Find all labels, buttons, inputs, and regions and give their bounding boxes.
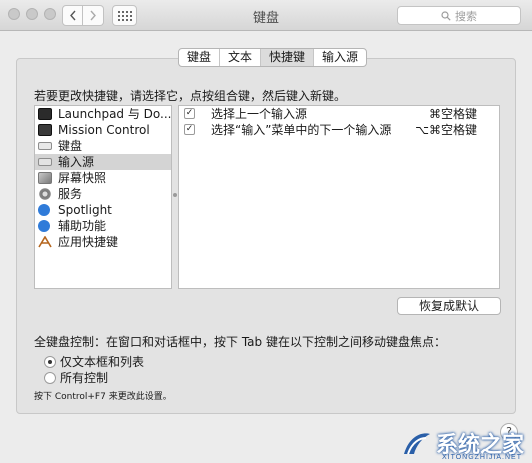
category-label: Spotlight: [58, 203, 112, 217]
shortcut-list[interactable]: ✓ 选择上一个输入源 ⌘空格键 ✓ 选择“输入”菜单中的下一个输入源 ⌥⌘空格键: [178, 105, 500, 289]
radio-label: 仅文本框和列表: [60, 355, 145, 369]
tab-input-sources[interactable]: 输入源: [314, 49, 366, 66]
tab-keyboard[interactable]: 键盘: [179, 49, 221, 66]
app-shortcuts-icon: [38, 235, 52, 248]
spotlight-icon: [38, 204, 50, 216]
services-gear-icon: [38, 188, 52, 200]
search-icon: [441, 10, 451, 21]
shortcut-label: 选择“输入”菜单中的下一个输入源: [211, 123, 392, 137]
screenshot-icon: [38, 172, 52, 184]
instruction-text: 若要更改快捷键，请选择它，点按组合键，然后键入新键。: [34, 89, 347, 103]
mission-control-icon: [38, 124, 52, 136]
search-field[interactable]: 搜索: [397, 6, 521, 25]
shortcut-row[interactable]: ✓ 选择“输入”菜单中的下一个输入源 ⌥⌘空格键: [179, 122, 499, 138]
search-placeholder: 搜索: [455, 9, 477, 23]
accessibility-icon: [38, 220, 50, 232]
keyboard-icon: [38, 142, 52, 150]
category-label: 服务: [58, 187, 83, 201]
category-label: 键盘: [58, 139, 83, 153]
category-item-services[interactable]: 服务: [35, 186, 171, 202]
category-item-keyboard[interactable]: 键盘: [35, 138, 171, 154]
category-label: 输入源: [58, 155, 95, 169]
category-item-launchpad[interactable]: Launchpad 与 Do...: [35, 106, 171, 122]
shortcut-label: 选择上一个输入源: [211, 107, 308, 121]
category-item-app-shortcuts[interactable]: 应用快捷键: [35, 234, 171, 250]
radio-label: 所有控制: [60, 371, 109, 385]
category-label: Launchpad 与 Do...: [58, 107, 171, 121]
watermark-logo-icon: [403, 433, 430, 455]
keyboard-control-hint: 按下 Control+F7 来更改此设置。: [34, 392, 172, 402]
category-list[interactable]: Launchpad 与 Do... Mission Control 键盘 输入源…: [34, 105, 172, 289]
watermark-subtext: XITONGZHIJIA.NET: [441, 454, 522, 461]
category-item-spotlight[interactable]: Spotlight: [35, 202, 171, 218]
radio-all-controls[interactable]: 所有控制: [44, 369, 108, 386]
category-item-screenshots[interactable]: 屏幕快照: [35, 170, 171, 186]
category-label: 应用快捷键: [58, 235, 119, 249]
watermark: 系统之家 XITONGZHIJIA.NET: [402, 427, 524, 461]
shortcut-row[interactable]: ✓ 选择上一个输入源 ⌘空格键: [179, 106, 499, 122]
category-item-mission-control[interactable]: Mission Control: [35, 122, 171, 138]
shortcut-checkbox[interactable]: ✓: [184, 108, 195, 119]
category-label: 屏幕快照: [58, 171, 107, 185]
keyboard-control-label: 全键盘控制：在窗口和对话框中，按下 Tab 键在以下控制之间移动键盘焦点：: [34, 335, 446, 349]
tab-text[interactable]: 文本: [220, 49, 262, 66]
shortcut-checkbox[interactable]: ✓: [184, 124, 195, 135]
radio-button[interactable]: [44, 371, 56, 384]
category-item-accessibility[interactable]: 辅助功能: [35, 218, 171, 234]
category-item-input-sources[interactable]: 输入源: [35, 154, 171, 170]
shortcut-keys[interactable]: ⌘空格键: [429, 106, 477, 122]
shortcut-keys[interactable]: ⌥⌘空格键: [415, 122, 477, 138]
radio-text-boxes-lists[interactable]: 仅文本框和列表: [44, 353, 144, 370]
launchpad-dock-icon: [38, 108, 52, 120]
tab-shortcuts[interactable]: 快捷键: [261, 49, 315, 66]
input-source-icon: [38, 158, 52, 166]
category-label: Mission Control: [58, 123, 150, 137]
title-bar: 键盘 搜索: [0, 0, 532, 31]
category-label: 辅助功能: [58, 219, 107, 233]
tab-bar: 键盘 文本 快捷键 输入源: [178, 48, 368, 67]
radio-button[interactable]: [44, 355, 56, 368]
restore-defaults-button[interactable]: 恢复成默认: [397, 297, 501, 315]
